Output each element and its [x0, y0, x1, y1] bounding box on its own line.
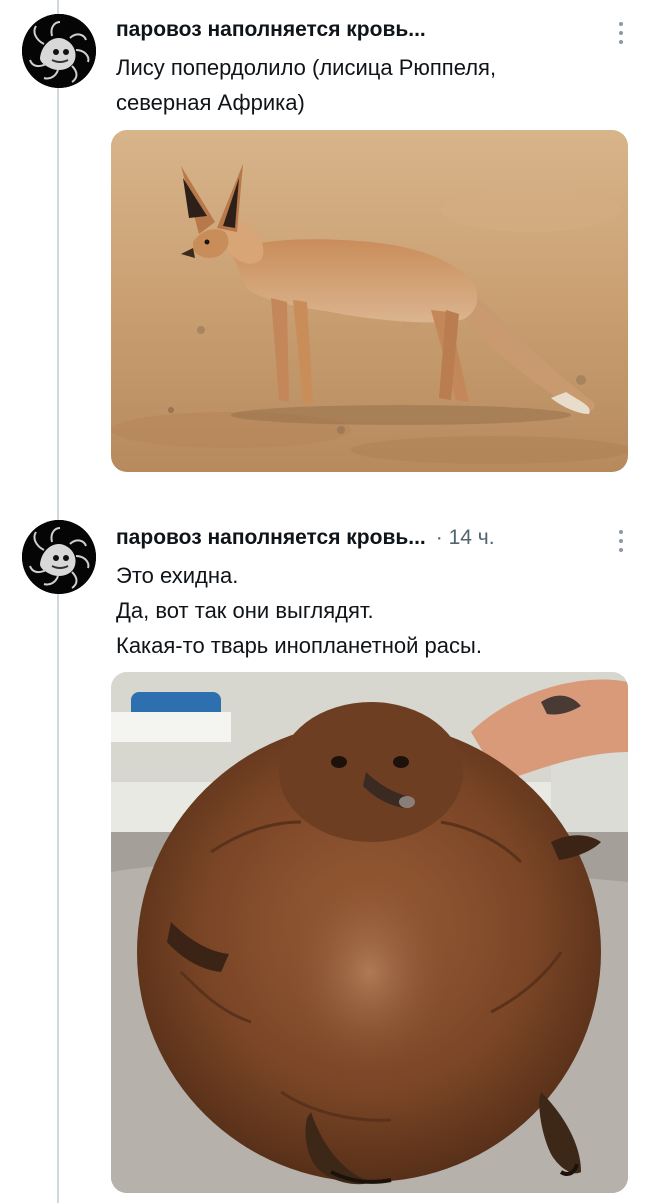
post-header: паровоз наполняется кровь... — [116, 18, 436, 42]
post-text-line: северная Африка) — [116, 90, 305, 115]
ghost-creature-avatar-icon — [22, 14, 96, 88]
echidna-photo[interactable] — [111, 672, 628, 1193]
avatar[interactable] — [22, 520, 96, 594]
fox-photo[interactable] — [111, 130, 628, 472]
post-text-line: Это ехидна. — [116, 563, 239, 588]
post-header: паровоз наполняется кровь... · 14 ч. — [116, 526, 495, 550]
post-text-line: Какая-то тварь инопланетной расы. — [116, 633, 482, 658]
ghost-creature-avatar-icon — [22, 520, 96, 594]
post-text: Лису попердолило (лисица Рюппеля, северн… — [116, 50, 616, 120]
avatar[interactable] — [22, 14, 96, 88]
post-text-line: Да, вот так они выглядят. — [116, 598, 374, 623]
post-2[interactable]: паровоз наполняется кровь... · 14 ч. Это… — [0, 500, 650, 1203]
more-menu-icon[interactable] — [618, 22, 624, 44]
post-time[interactable]: · 14 ч. — [436, 526, 495, 550]
post-text-line: Лису попердолило (лисица Рюппеля, — [116, 55, 497, 80]
more-menu-icon[interactable] — [618, 530, 624, 552]
post-1[interactable]: паровоз наполняется кровь... Лису поперд… — [0, 0, 650, 480]
post-text: Это ехидна. Да, вот так они выглядят. Ка… — [116, 558, 616, 663]
author-name[interactable]: паровоз наполняется кровь... — [116, 526, 426, 550]
author-name[interactable]: паровоз наполняется кровь... — [116, 18, 426, 42]
